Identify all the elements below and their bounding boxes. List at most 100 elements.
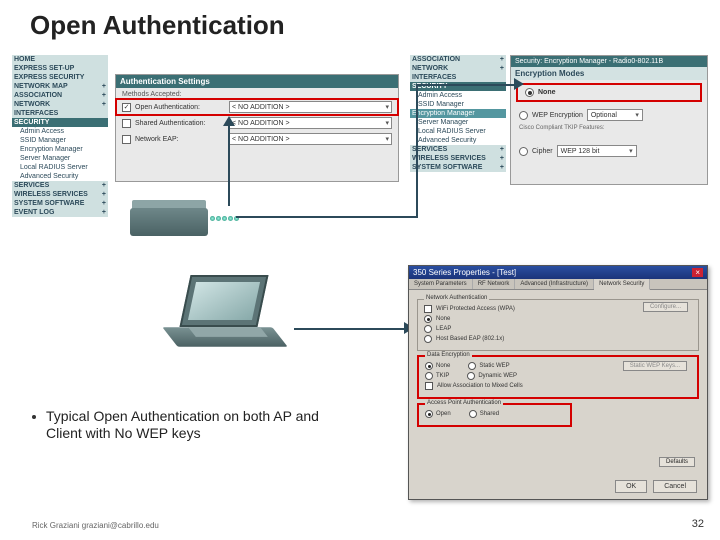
auth-method-select[interactable]: < NO ADDITION >▾ xyxy=(229,133,392,145)
nav-item[interactable]: Admin Access xyxy=(12,127,108,136)
defaults-button[interactable]: Defaults xyxy=(659,457,695,467)
checkbox-icon[interactable] xyxy=(425,382,433,390)
radio-icon[interactable] xyxy=(424,315,432,323)
nav-item[interactable]: NETWORK MAP+ xyxy=(12,82,108,91)
cancel-button[interactable]: Cancel xyxy=(653,480,697,493)
enc-cipher-label: Cipher xyxy=(532,148,553,155)
option-label: TKIP xyxy=(436,373,449,379)
laptop-icon xyxy=(170,275,290,365)
wpa-checkbox-row[interactable]: WiFi Protected Access (WPA) Configure... xyxy=(424,304,692,314)
nav-item[interactable]: HOME xyxy=(12,55,108,64)
enc-none-row[interactable]: None xyxy=(517,84,701,101)
arrow-up-icon xyxy=(223,116,235,126)
dialog-titlebar: 350 Series Properties - [Test] × xyxy=(409,266,707,279)
auth-method-row[interactable]: Network EAP:< NO ADDITION >▾ xyxy=(116,131,398,147)
arrow-line xyxy=(416,84,418,218)
netauth-option[interactable]: Host Based EAP (802.1x) xyxy=(424,334,692,344)
enc-cipher-row[interactable]: Cipher WEP 128 bit▾ xyxy=(511,141,707,161)
auth-method-select[interactable]: < NO ADDITION >▾ xyxy=(229,101,392,113)
nav-item[interactable]: Advanced Security xyxy=(12,172,108,181)
enc-option[interactable]: TKIP xyxy=(425,372,449,380)
nav-item[interactable]: SECURITY xyxy=(12,118,108,127)
radio-icon[interactable] xyxy=(425,372,433,380)
radio-icon[interactable] xyxy=(425,362,433,370)
option-label: None xyxy=(436,363,450,369)
nav-item[interactable]: SYSTEM SOFTWARE+ xyxy=(12,199,108,208)
option-label: Dynamic WEP xyxy=(478,373,517,379)
netauth-option[interactable]: None xyxy=(424,314,692,324)
nav-item[interactable]: INTERFACES xyxy=(410,73,506,82)
enc-wep-hint: Cisco Compliant TKIP Features: xyxy=(511,125,707,131)
auth-settings-panel: Authentication Settings Methods Accepted… xyxy=(115,74,399,182)
enc-option[interactable]: None xyxy=(425,362,450,370)
checkbox-icon[interactable] xyxy=(424,305,432,313)
nav-item[interactable]: WIRELESS SERVICES+ xyxy=(410,154,506,163)
nav-item[interactable]: NETWORK+ xyxy=(12,100,108,109)
nav-item[interactable]: SERVICES+ xyxy=(410,145,506,154)
nav-item[interactable]: Admin Access xyxy=(410,91,506,100)
nav-item[interactable]: Server Manager xyxy=(12,154,108,163)
auth-method-select[interactable]: < NO ADDITION >▾ xyxy=(229,117,392,129)
nav-item[interactable]: SERVICES+ xyxy=(12,181,108,190)
mixed-cells-row[interactable]: Allow Association to Mixed Cells xyxy=(425,381,691,391)
tab-rf-network[interactable]: RF Network xyxy=(473,279,516,289)
nav-item[interactable]: Server Manager xyxy=(410,118,506,127)
nav-item[interactable]: ASSOCIATION+ xyxy=(12,91,108,100)
option-label: LEAP xyxy=(436,326,451,332)
configure-button[interactable]: Configure... xyxy=(643,302,688,312)
nav-item[interactable]: Encryption Manager xyxy=(12,145,108,154)
nav-item[interactable]: Local RADIUS Server xyxy=(410,127,506,136)
enc-wep-label: WEP Encryption xyxy=(532,112,583,119)
radio-icon[interactable] xyxy=(525,88,534,97)
enc-option[interactable]: Static WEP xyxy=(468,362,509,370)
nav-item[interactable]: SSID Manager xyxy=(410,100,506,109)
nav-item[interactable]: WIRELESS SERVICES+ xyxy=(12,190,108,199)
nav-item[interactable]: Encryption Manager xyxy=(410,109,506,118)
bullet-text: Typical Open Authentication on both AP a… xyxy=(32,408,332,442)
nav-item[interactable]: EXPRESS SECURITY xyxy=(12,73,108,82)
radio-icon[interactable] xyxy=(468,362,476,370)
group-ap-auth: Access Point Authentication OpenShared xyxy=(417,403,572,427)
enc-wep-select[interactable]: Optional▾ xyxy=(587,109,643,121)
enc-option[interactable]: Dynamic WEP xyxy=(467,372,517,380)
option-label: Open xyxy=(436,411,451,417)
nav-item[interactable]: SSID Manager xyxy=(12,136,108,145)
nav-item[interactable]: Advanced Security xyxy=(410,136,506,145)
auth-method-row[interactable]: Shared Authentication:< NO ADDITION >▾ xyxy=(116,115,398,131)
tab-advanced-infrastructure-[interactable]: Advanced (Infrastructure) xyxy=(515,279,594,289)
radio-icon[interactable] xyxy=(519,111,528,120)
checkbox-icon[interactable]: ✓ xyxy=(122,103,131,112)
auth-settings-title: Authentication Settings xyxy=(116,75,398,88)
radio-icon[interactable] xyxy=(424,325,432,333)
enc-option[interactable]: Shared xyxy=(469,410,499,418)
option-label: Host Based EAP (802.1x) xyxy=(436,336,504,342)
radio-icon[interactable] xyxy=(519,147,528,156)
nav-item[interactable]: SYSTEM SOFTWARE+ xyxy=(410,163,506,172)
tab-network-security[interactable]: Network Security xyxy=(594,279,650,290)
enc-option[interactable]: Open xyxy=(425,410,451,418)
checkbox-icon[interactable] xyxy=(122,119,131,128)
radio-icon[interactable] xyxy=(467,372,475,380)
radio-icon[interactable] xyxy=(424,335,432,343)
close-icon[interactable]: × xyxy=(692,268,703,277)
static-wep-keys-button[interactable]: Static WEP Keys... xyxy=(623,361,687,371)
dialog-title: 350 Series Properties - [Test] xyxy=(413,268,516,277)
tab-system-parameters[interactable]: System Parameters xyxy=(409,279,473,289)
option-label: Static WEP xyxy=(479,363,509,369)
nav-item[interactable]: EVENT LOG+ xyxy=(12,208,108,217)
nav-item[interactable]: Local RADIUS Server xyxy=(12,163,108,172)
nav-item[interactable]: NETWORK+ xyxy=(410,64,506,73)
encryption-title: Security: Encryption Manager - Radio0-80… xyxy=(511,56,707,67)
radio-icon[interactable] xyxy=(469,410,477,418)
nav-item[interactable]: INTERFACES xyxy=(12,109,108,118)
nav-item[interactable]: ASSOCIATION+ xyxy=(410,55,506,64)
checkbox-icon[interactable] xyxy=(122,135,131,144)
auth-method-label: Open Authentication: xyxy=(135,104,225,111)
ok-button[interactable]: OK xyxy=(615,480,647,493)
auth-method-row[interactable]: ✓ Open Authentication: < NO ADDITION >▾ xyxy=(116,99,398,115)
nav-item[interactable]: EXPRESS SET-UP xyxy=(12,64,108,73)
netauth-option[interactable]: LEAP xyxy=(424,324,692,334)
enc-cipher-select[interactable]: WEP 128 bit▾ xyxy=(557,145,637,157)
radio-icon[interactable] xyxy=(425,410,433,418)
enc-wep-row[interactable]: WEP Encryption Optional▾ xyxy=(511,105,707,125)
